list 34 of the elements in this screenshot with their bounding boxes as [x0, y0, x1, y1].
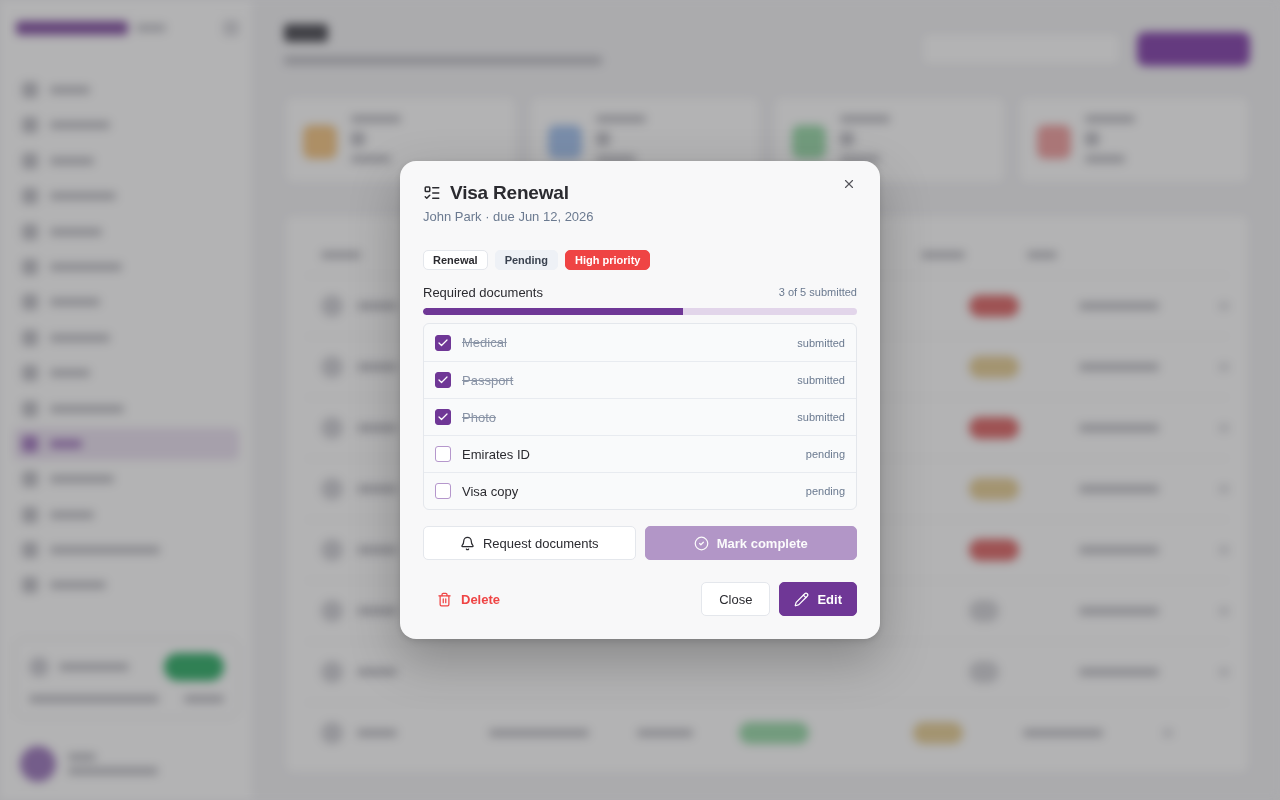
check-icon: [437, 411, 449, 423]
document-name: Visa copy: [462, 483, 520, 499]
tag: Renewal: [423, 250, 488, 270]
checkbox[interactable]: [435, 409, 451, 425]
checkbox[interactable]: [435, 483, 451, 499]
close-icon: [842, 177, 856, 191]
document-name: Emirates ID: [462, 446, 531, 462]
document-status: submitted: [797, 374, 845, 386]
trash-icon: [437, 591, 452, 607]
checkbox[interactable]: [435, 334, 451, 351]
tag: Pending: [494, 250, 559, 270]
action-button[interactable]: Request documents: [423, 526, 636, 560]
document-name: Medical: [462, 335, 508, 350]
delete-button[interactable]: Delete: [423, 582, 515, 616]
document-name: Photo: [462, 409, 497, 425]
tag: High priority: [565, 250, 651, 270]
document-name: Passport: [462, 372, 515, 388]
dialog-subtitle: John Park · due Jun 12, 2026: [423, 209, 595, 225]
pencil-icon: [794, 591, 810, 607]
edit-button[interactable]: Edit: [779, 582, 857, 616]
close-text-button[interactable]: Close: [701, 582, 771, 616]
progress-label: Required documents: [423, 284, 543, 300]
checklist-icon: [423, 184, 441, 202]
checkbox[interactable]: [435, 372, 451, 388]
bell-icon: [459, 535, 475, 551]
progress-reading: 3 of 5 submitted: [778, 286, 857, 298]
document-status: pending: [805, 448, 845, 460]
check-circle-icon: [693, 535, 709, 551]
document-status: pending: [805, 485, 845, 497]
check-icon: [437, 374, 449, 386]
document-status: submitted: [797, 336, 845, 349]
checkbox[interactable]: [435, 446, 451, 462]
dialog-title: Visa Renewal: [450, 181, 569, 205]
document-status: submitted: [797, 411, 845, 423]
